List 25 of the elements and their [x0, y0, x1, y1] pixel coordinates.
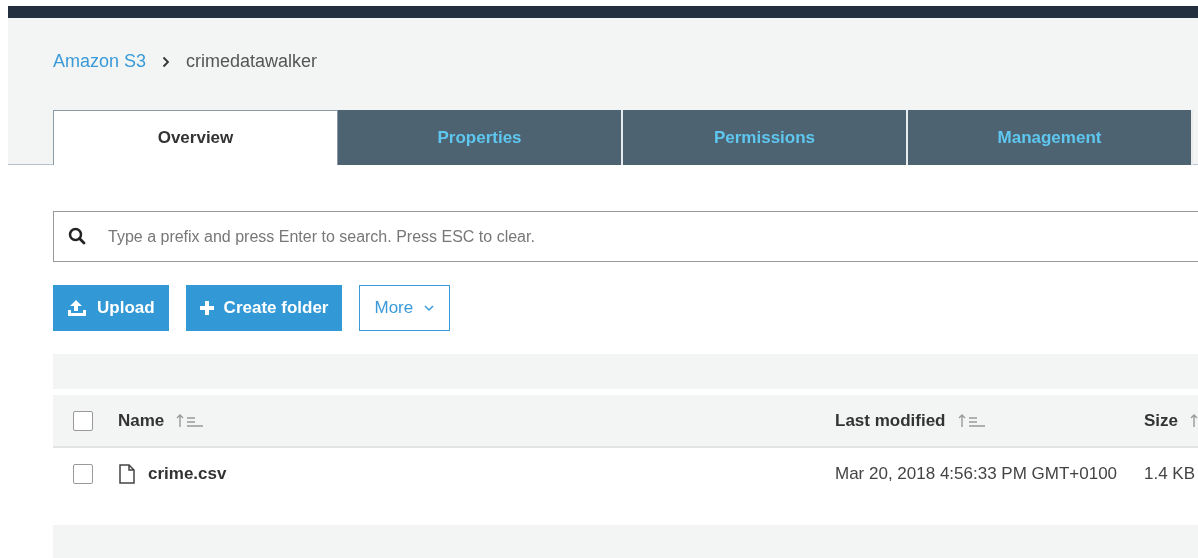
- breadcrumb-link[interactable]: Amazon S3: [53, 51, 147, 72]
- checkbox[interactable]: [73, 410, 93, 431]
- chevron-down-icon: [423, 304, 436, 312]
- table-cell: 1.4 KB: [1144, 464, 1196, 484]
- tab[interactable]: Management: [908, 110, 1193, 165]
- file-name-link[interactable]: crime.csv: [148, 464, 227, 484]
- create-folder-button[interactable]: Create folder: [185, 285, 343, 331]
- column-header[interactable]: Size: [1144, 410, 1179, 431]
- more-button[interactable]: More: [359, 285, 451, 331]
- search-field[interactable]: Type a prefix and press Enter to search. Press ESC to clear.: [53, 211, 1198, 262]
- sort-icon[interactable]: [957, 412, 986, 429]
- sort-icon[interactable]: [176, 412, 205, 429]
- plus-icon: [199, 301, 214, 315]
- tab[interactable]: Overview: [53, 110, 338, 165]
- table-cell: Mar 20, 2018 4:56:33 PM GMT+0100: [835, 464, 1118, 484]
- checkbox[interactable]: [73, 464, 93, 484]
- file-icon: [118, 464, 136, 484]
- upload-icon: [67, 299, 87, 317]
- chevron-right-icon: [162, 55, 171, 68]
- upload-button[interactable]: Upload: [53, 285, 169, 331]
- breadcrumb-current: crimedatawalker: [186, 51, 318, 72]
- tab[interactable]: Permissions: [623, 110, 908, 165]
- tab[interactable]: Properties: [338, 110, 623, 165]
- column-header[interactable]: Last modified: [835, 410, 946, 431]
- column-header[interactable]: Name: [118, 410, 165, 431]
